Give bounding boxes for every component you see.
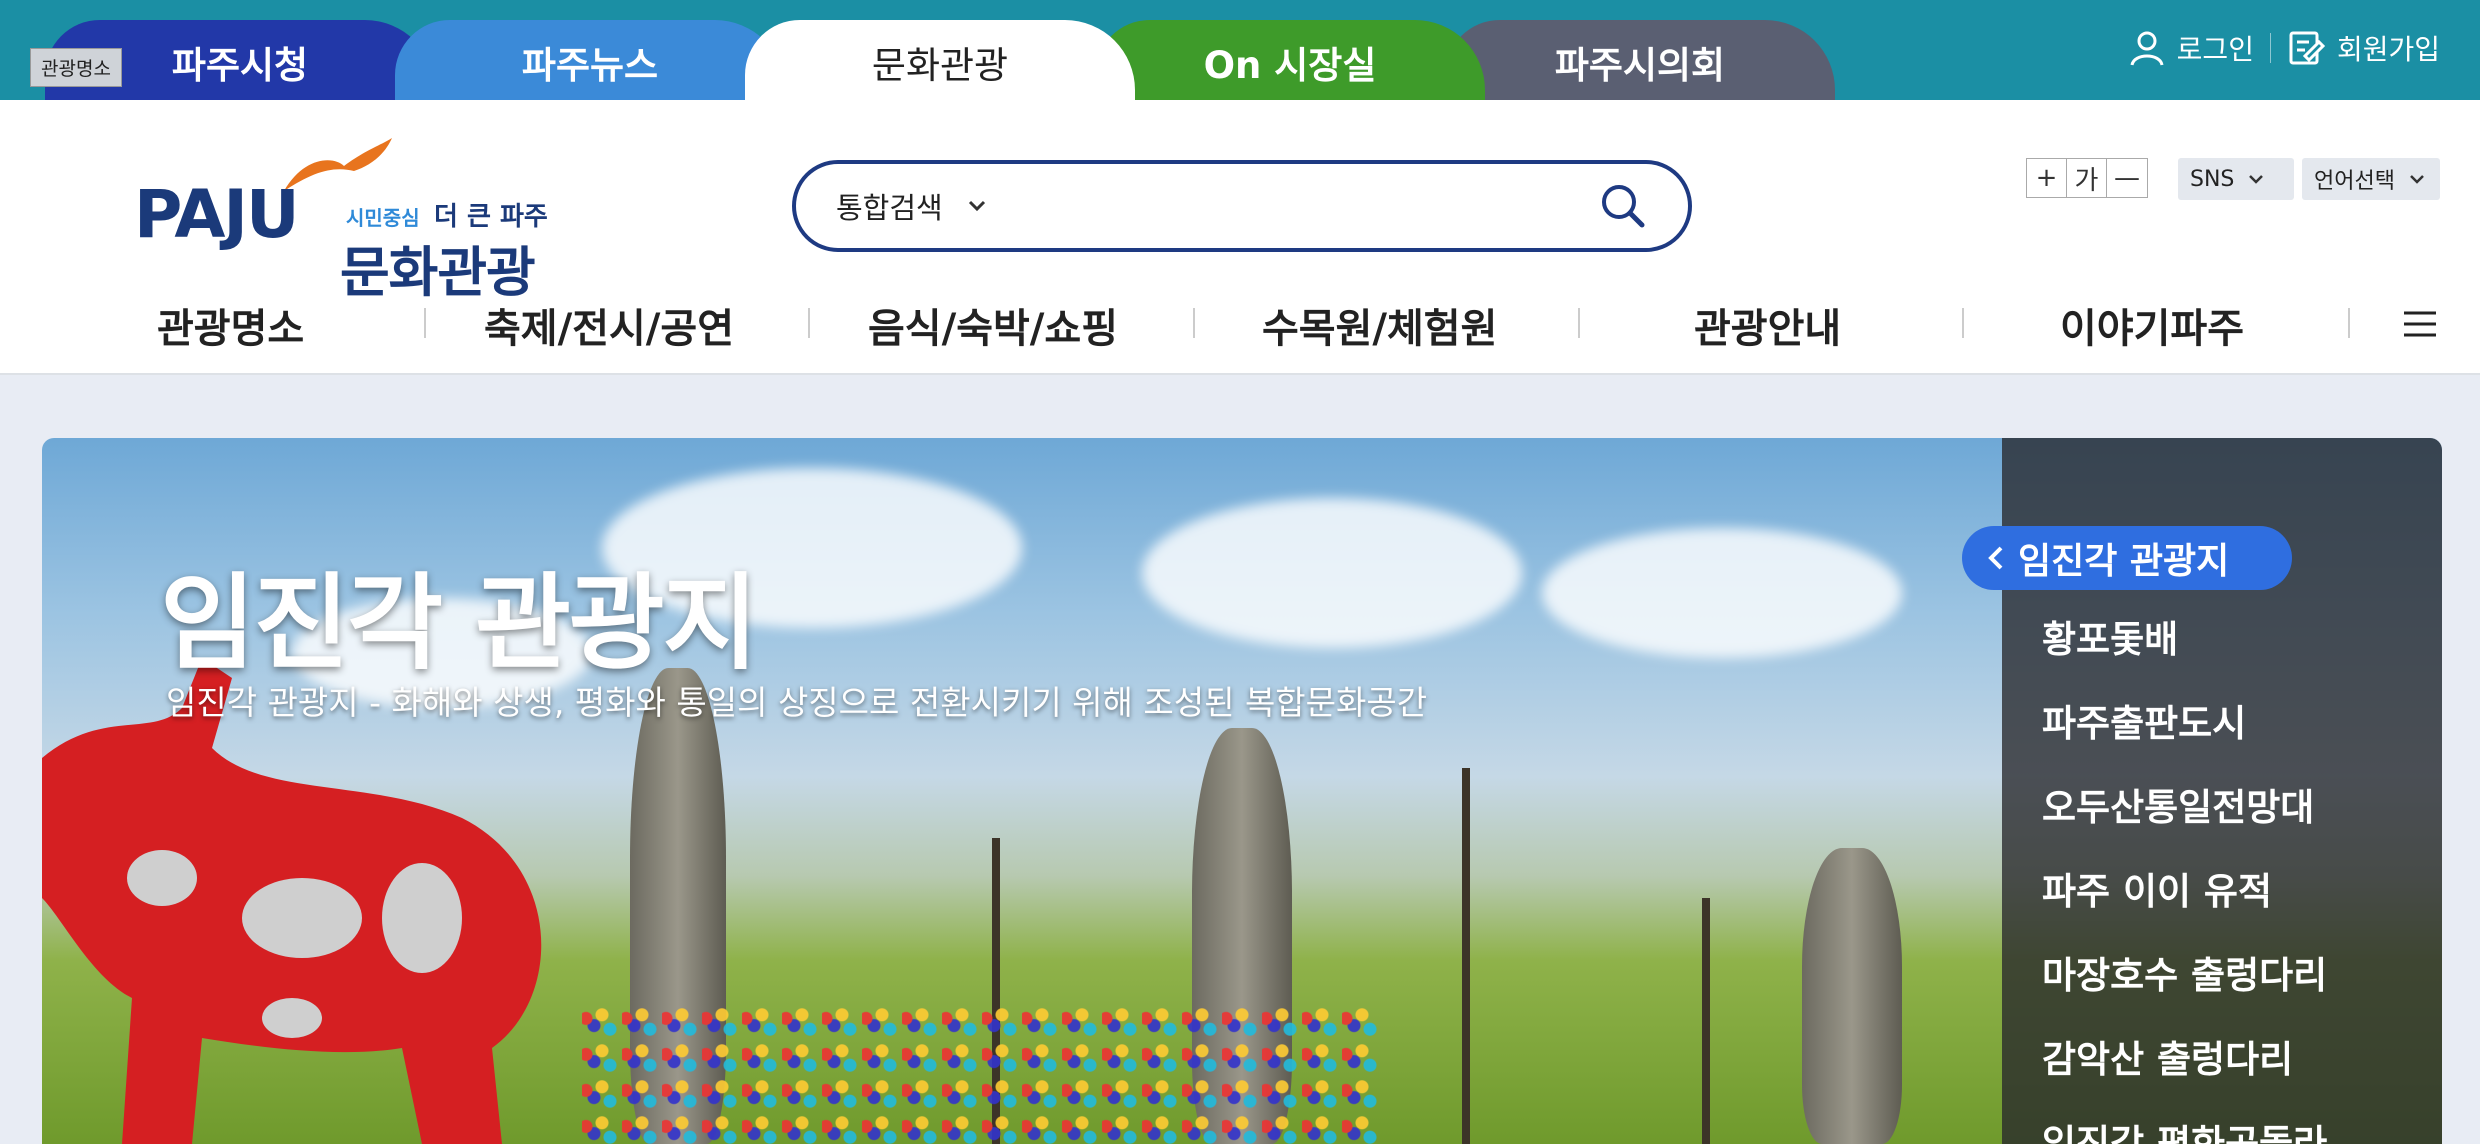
auth-divider	[2269, 33, 2271, 63]
sns-label: SNS	[2190, 166, 2235, 192]
nav-item-festivals[interactable]: 축제/전시/공연	[484, 296, 734, 354]
font-decrease-button[interactable]: —	[2107, 159, 2147, 197]
search-icon	[1602, 185, 1645, 228]
cloud	[1542, 528, 1902, 658]
attraction-list: 황포돛배 파주출판도시 오두산통일전망대 파주 이이 유적 마장호수 출렁다리 …	[2042, 612, 2327, 1144]
sns-dropdown[interactable]: SNS	[2178, 158, 2294, 200]
nav-divider	[1962, 308, 1964, 338]
side-item[interactable]: 마장호수 출렁다리	[2042, 948, 2327, 1032]
site-header: PAJU 시민중심 더 큰 파주 문화관광 통합검색 + 가 — SNS 언어선…	[0, 100, 2480, 375]
search-bar: 통합검색	[792, 160, 1692, 252]
site-tab-council[interactable]: 파주시의회	[1445, 20, 1835, 100]
search-input[interactable]	[1018, 176, 1598, 236]
nav-item-attractions[interactable]: 관광명소	[157, 296, 304, 354]
chevron-down-icon	[2410, 175, 2424, 184]
nav-divider	[2348, 308, 2350, 338]
signup-icon	[2289, 31, 2326, 65]
nav-item-paju-story[interactable]: 이야기파주	[2060, 296, 2244, 354]
signup-label: 회원가입	[2336, 33, 2440, 66]
site-tab-mayor[interactable]: On 시장실	[1095, 20, 1485, 100]
chevron-down-icon	[2249, 175, 2264, 184]
chevron-down-icon	[968, 200, 985, 212]
statue	[1802, 848, 1902, 1144]
side-item[interactable]: 감악산 출렁다리	[2042, 1032, 2327, 1116]
skip-badge[interactable]: 관광명소	[30, 48, 122, 87]
nav-item-food-stay-shop[interactable]: 음식/숙박/쇼핑	[868, 296, 1118, 354]
side-item[interactable]: 오두산통일전망대	[2042, 780, 2327, 864]
main-navigation: 관광명소 축제/전시/공연 음식/숙박/쇼핑 수목원/체험원 관광안내 이야기파…	[0, 280, 2480, 370]
font-size-controls: + 가 —	[2026, 158, 2148, 198]
side-item-active[interactable]: 임진각 관광지	[1962, 526, 2292, 590]
nav-divider	[1193, 308, 1195, 338]
hero-subtitle: 임진각 관광지 - 화해와 상생, 평화와 통일의 상징으로 전환시키기 위해 …	[166, 683, 1428, 722]
search-button[interactable]	[1598, 181, 1648, 231]
nav-divider	[424, 308, 426, 338]
language-dropdown[interactable]: 언어선택	[2302, 158, 2440, 200]
auth-links: 로그인 회원가입	[2127, 28, 2440, 68]
nav-divider	[808, 308, 810, 338]
chevron-left-icon	[1988, 546, 2003, 570]
font-increase-button[interactable]: +	[2027, 159, 2067, 197]
site-logo[interactable]: PAJU 시민중심 더 큰 파주 문화관광	[134, 136, 554, 304]
hero-title: 임진각 관광지	[160, 562, 758, 684]
site-tab-news[interactable]: 파주뉴스	[395, 20, 785, 100]
nav-item-tour-info[interactable]: 관광안내	[1694, 296, 1841, 354]
language-label: 언어선택	[2314, 169, 2395, 194]
login-link[interactable]: 로그인	[2127, 28, 2254, 68]
signup-link[interactable]: 회원가입	[2287, 28, 2440, 68]
nav-item-arboretum[interactable]: 수목원/체험원	[1262, 296, 1497, 354]
logo-paju: PAJU	[134, 176, 300, 253]
nav-divider	[1578, 308, 1580, 338]
cloud	[1142, 498, 1522, 648]
font-default-button[interactable]: 가	[2067, 159, 2107, 197]
search-category-select[interactable]: 통합검색	[836, 185, 989, 227]
side-item[interactable]: 임진각 평화곤돌라	[2042, 1116, 2327, 1144]
site-top-bar: 관광명소 파주시청 파주뉴스 문화관광 On 시장실 파주시의회 로그인 회원가…	[0, 0, 2480, 100]
logo-slogan-a: 시민중심	[346, 206, 420, 230]
user-icon	[2130, 31, 2164, 66]
side-item[interactable]: 파주출판도시	[2042, 696, 2327, 780]
pinwheel-field	[582, 1004, 1382, 1144]
lamp-pole	[1702, 898, 1710, 1144]
side-item-active-label: 임진각 관광지	[2018, 541, 2230, 582]
lamp-pole	[1462, 768, 1470, 1144]
site-tab-culture-tour[interactable]: 문화관광	[745, 20, 1135, 100]
login-label: 로그인	[2176, 33, 2254, 66]
search-category-label: 통합검색	[836, 191, 943, 225]
side-item[interactable]: 황포돛배	[2042, 612, 2327, 696]
side-item[interactable]: 파주 이이 유적	[2042, 864, 2327, 948]
menu-icon[interactable]	[2400, 304, 2440, 344]
